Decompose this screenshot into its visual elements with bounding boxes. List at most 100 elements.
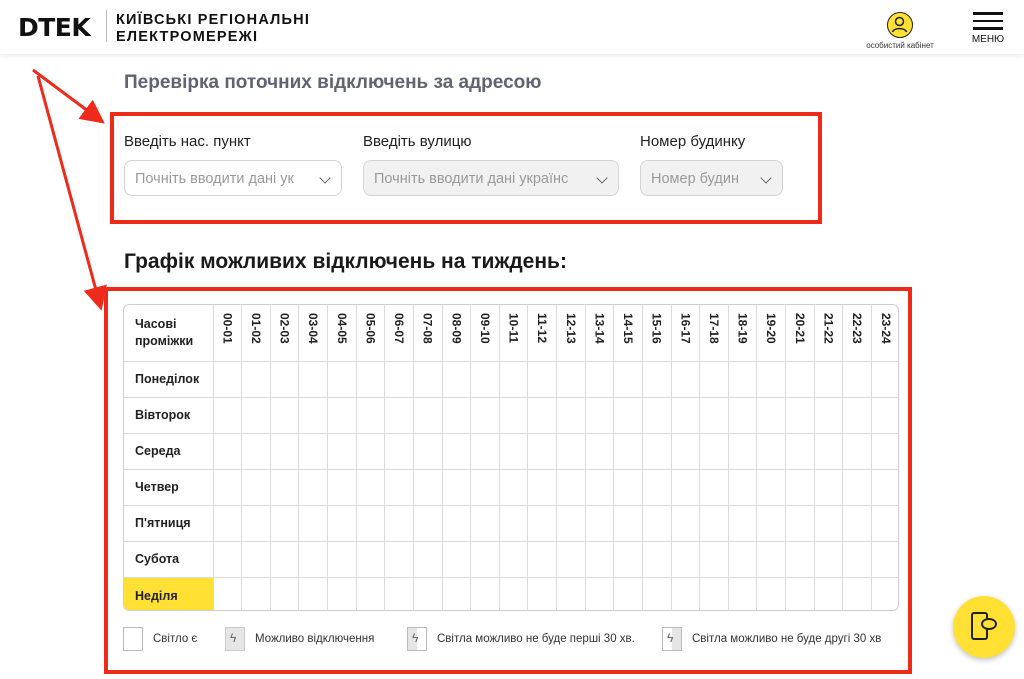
street-select[interactable]: Почніть вводити дані українс: [363, 160, 619, 196]
site-header: DTEK КИЇВСЬКІ РЕГІОНАЛЬНІ ЕЛЕКТРОМЕРЕЖІ …: [0, 0, 1024, 54]
dtek-logo[interactable]: DTEK: [18, 13, 91, 42]
schedule-cell: [327, 360, 357, 398]
house-field: Номер будинку Номер будин: [640, 133, 783, 196]
schedule-cell: [298, 576, 328, 610]
hour-label: 20-21: [792, 313, 807, 344]
city-label: Введіть нас. пункт: [124, 133, 251, 150]
schedule-cell: [327, 468, 357, 506]
schedule-cell: [298, 396, 328, 434]
schedule-cell: [842, 504, 872, 542]
day-label: Неділя: [124, 576, 214, 610]
hour-label: 13-14: [592, 313, 607, 344]
day-label: Середа: [124, 432, 214, 470]
personal-cabinet-button[interactable]: особистий кабінет: [860, 12, 940, 50]
schedule-cell: [584, 468, 615, 506]
schedule-cell: [842, 468, 872, 506]
schedule-cell: [842, 540, 872, 578]
schedule-cell: [670, 468, 701, 506]
day-label: Четвер: [124, 468, 214, 506]
schedule-cell: [527, 432, 557, 470]
time-slots-header-line2: проміжки: [135, 333, 194, 348]
chat-bubble-icon: [981, 618, 997, 630]
schedule-cell: [470, 396, 500, 434]
schedule-cell: [298, 504, 328, 542]
hour-label: 18-19: [735, 313, 750, 344]
schedule-cell: [269, 360, 300, 398]
house-select[interactable]: Номер будин: [640, 160, 783, 196]
hour-header: 11-12: [527, 305, 557, 362]
schedule-cell: [584, 504, 615, 542]
time-slots-header: Часові проміжки: [124, 305, 214, 362]
chat-widget-button[interactable]: [953, 596, 1015, 658]
city-select[interactable]: Почніть вводити дані ук: [124, 160, 342, 196]
schedule-cell: [613, 504, 643, 542]
schedule-cell: [527, 504, 557, 542]
schedule-cell: [584, 432, 615, 470]
schedule-cell: [327, 540, 357, 578]
schedule-cell: [412, 540, 443, 578]
schedule-cell: [785, 432, 815, 470]
hour-header: 23-24: [870, 305, 898, 362]
schedule-cell: [613, 360, 643, 398]
schedule-cell: [327, 504, 357, 542]
schedule-cell: [756, 432, 786, 470]
legend-maybe-off-label: Можливо відключення: [255, 633, 375, 645]
menu-button[interactable]: МЕНЮ: [968, 12, 1008, 45]
schedule-cell: [498, 576, 529, 610]
company-name-line2: ЕЛЕКТРОМЕРЕЖІ: [116, 29, 259, 45]
schedule-cell: [556, 504, 586, 542]
schedule-cell: [384, 360, 414, 398]
schedule-cell: [441, 540, 472, 578]
schedule-cell: [641, 396, 672, 434]
schedule-cell: [870, 468, 898, 506]
schedule-cell: [212, 396, 243, 434]
schedule-cell: [269, 468, 300, 506]
schedule-cell: [384, 504, 414, 542]
schedule-cell: [813, 432, 844, 470]
schedule-cell: [756, 540, 786, 578]
table-row: Субота: [124, 540, 898, 578]
schedule-cell: [556, 540, 586, 578]
schedule-cell: [813, 396, 844, 434]
schedule-cell: [527, 468, 557, 506]
schedule-cell: [298, 468, 328, 506]
legend-first-half: ϟ Світла можливо не буде перші 30 хв.: [407, 627, 635, 651]
schedule-cell: [613, 396, 643, 434]
schedule-cell: [813, 576, 844, 610]
schedule-cell: [412, 396, 443, 434]
chevron-down-icon: [319, 172, 331, 184]
arrow-to-schedule: [36, 75, 107, 311]
schedule-cell: [241, 540, 271, 578]
schedule-cell: [441, 468, 472, 506]
schedule-cell: [842, 396, 872, 434]
schedule-cell: [470, 540, 500, 578]
hour-label: 16-17: [678, 313, 693, 344]
table-row: Середа: [124, 432, 898, 470]
schedule-cell: [699, 504, 729, 542]
hour-label: 09-10: [477, 313, 492, 344]
table-row: Вівторок: [124, 396, 898, 434]
schedule-cell: [727, 540, 758, 578]
schedule-cell: [785, 396, 815, 434]
schedule-cell: [298, 432, 328, 470]
schedule-cell: [498, 504, 529, 542]
legend-light-on-label: Світло є: [153, 633, 198, 645]
schedule-cell: [412, 576, 443, 610]
schedule-cell: [727, 576, 758, 610]
hour-header: 02-03: [269, 305, 300, 362]
schedule-cell: [470, 576, 500, 610]
hour-header: 07-08: [412, 305, 443, 362]
legend-maybe-off: ϟ Можливо відключення: [225, 627, 374, 651]
schedule-cell: [241, 468, 271, 506]
schedule-cell: [870, 540, 898, 578]
second-half-swatch: ϟ: [662, 627, 682, 651]
schedule-cell: [785, 576, 815, 610]
hours-header-row: Часові проміжки 00-01 01-02 02-03 03-04 04-0…: [124, 305, 898, 362]
hour-header: 09-10: [470, 305, 500, 362]
hour-header: 18-19: [727, 305, 758, 362]
lightning-icon: ϟ: [230, 631, 237, 645]
table-row: Неділя: [124, 576, 898, 610]
schedule-cell: [699, 396, 729, 434]
schedule-cell: [699, 360, 729, 398]
schedule-cell: [441, 576, 472, 610]
